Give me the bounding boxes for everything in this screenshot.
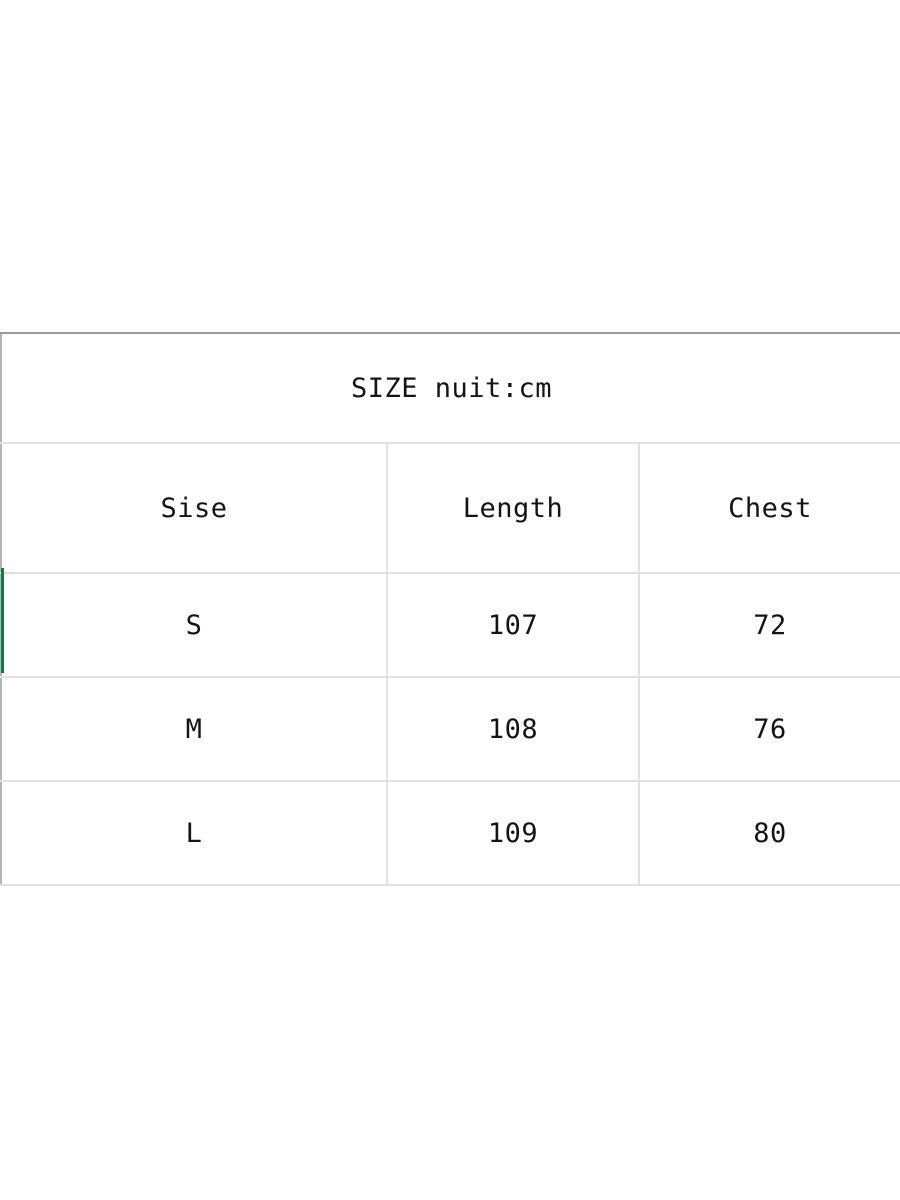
size-chart-title: SIZE nuit:cm — [0, 332, 900, 444]
size-chart-page: SIZE nuit:cm Sise Length Chest S 107 72 … — [0, 0, 900, 1200]
cell-length-l: 109 — [386, 781, 640, 886]
table-header-row: Sise Length Chest — [0, 443, 900, 574]
blank-area-above-table — [0, 0, 900, 332]
table-title-row: SIZE nuit:cm — [0, 332, 900, 444]
column-header-size: Sise — [0, 443, 388, 574]
table-row: S 107 72 — [0, 573, 900, 678]
table-row: L 109 80 — [0, 781, 900, 886]
blank-area-below-table — [0, 886, 900, 1200]
cell-chest-s: 72 — [638, 573, 900, 678]
cell-length-s: 107 — [386, 573, 640, 678]
cell-size-m: M — [0, 677, 388, 782]
cell-size-l: L — [0, 781, 388, 886]
table-row: M 108 76 — [0, 677, 900, 782]
cell-chest-m: 76 — [638, 677, 900, 782]
size-chart-table: SIZE nuit:cm Sise Length Chest S 107 72 … — [0, 332, 900, 886]
row-accent-bar — [1, 568, 4, 673]
cell-size-s: S — [0, 573, 388, 678]
cell-length-m: 108 — [386, 677, 640, 782]
cell-chest-l: 80 — [638, 781, 900, 886]
column-header-chest: Chest — [638, 443, 900, 574]
column-header-length: Length — [386, 443, 640, 574]
